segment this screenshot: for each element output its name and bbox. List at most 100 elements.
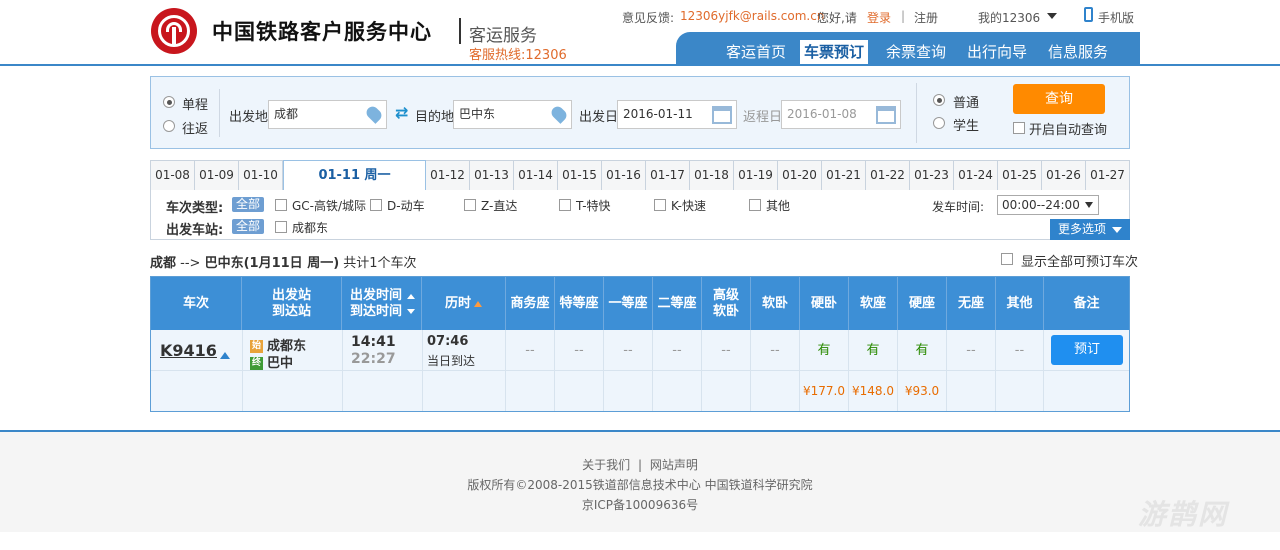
location-pin-icon xyxy=(549,104,569,124)
col-other: 其他 xyxy=(996,277,1044,330)
feedback-email-link[interactable]: 12306yjfk@rails.com.cn xyxy=(680,9,824,23)
return-date-value: 2016-01-08 xyxy=(787,107,857,121)
date-tab[interactable]: 01-12 xyxy=(426,161,470,190)
date-tab[interactable]: 01-25 xyxy=(998,161,1042,190)
depart-time-select[interactable]: 00:00--24:00 xyxy=(997,195,1099,215)
more-options-button[interactable]: 更多选项 xyxy=(1050,219,1130,240)
date-tab[interactable]: 01-10 xyxy=(239,161,283,190)
to-label: 目的地 xyxy=(415,110,455,125)
show-all-checkbox[interactable] xyxy=(1001,253,1013,265)
date-tab[interactable]: 01-18 xyxy=(690,161,734,190)
mobile-version-link[interactable]: 手机版 xyxy=(1098,9,1134,26)
ticket-student-radio[interactable] xyxy=(933,117,945,129)
feedback-label: 意见反馈: xyxy=(622,11,675,25)
date-tab[interactable]: 01-23 xyxy=(910,161,954,190)
date-tab[interactable]: 01-20 xyxy=(778,161,822,190)
railway-logo-icon[interactable] xyxy=(151,8,197,54)
one-way-radio[interactable] xyxy=(163,96,175,108)
date-tab[interactable]: 01-16 xyxy=(602,161,646,190)
mobile-phone-icon[interactable] xyxy=(1084,7,1093,22)
site-statement-link[interactable]: 网站声明 xyxy=(650,458,698,472)
login-link[interactable]: 登录 xyxy=(867,9,891,26)
date-tab[interactable]: 01-17 xyxy=(646,161,690,190)
nav-remaining-tickets[interactable]: 余票查询 xyxy=(886,40,946,64)
summary-date: (1月11日 周一) xyxy=(243,256,340,271)
dropdown-caret-icon[interactable] xyxy=(1047,13,1057,19)
col-hard-seat: 硬座 xyxy=(898,277,947,330)
date-tab[interactable]: 01-26 xyxy=(1042,161,1086,190)
from-station-value: 成都 xyxy=(274,107,299,121)
col-times-label: 出发时间 到达时间 xyxy=(350,287,403,319)
to-station: 终巴中 xyxy=(250,352,293,371)
date-tab-active[interactable]: 01-11 周一 xyxy=(283,160,426,190)
train-number-link[interactable]: K9416 xyxy=(160,341,217,360)
round-trip-radio[interactable] xyxy=(163,120,175,132)
train-type-checkbox[interactable] xyxy=(275,199,287,211)
date-tab[interactable]: 01-15 xyxy=(558,161,602,190)
sort-down-icon[interactable] xyxy=(407,309,415,314)
book-button[interactable]: 预订 xyxy=(1051,335,1123,365)
depart-date-label: 出发日 xyxy=(579,110,619,125)
date-tab[interactable]: 01-19 xyxy=(734,161,778,190)
summary-from: 成都 xyxy=(150,256,177,271)
summary-to: 巴中东 xyxy=(204,256,244,271)
from-station-input[interactable]: 成都 xyxy=(268,100,387,129)
train-type-checkbox[interactable] xyxy=(749,199,761,211)
train-type-checkbox[interactable] xyxy=(559,199,571,211)
train-type-all-tag[interactable]: 全部 xyxy=(232,197,265,212)
site-name: 中国铁路客户服务中心 xyxy=(212,19,432,44)
date-tab[interactable]: 01-13 xyxy=(470,161,514,190)
divider xyxy=(916,83,917,143)
swap-stations-icon[interactable]: ⇄ xyxy=(395,105,413,121)
date-tab[interactable]: 01-24 xyxy=(954,161,998,190)
seat-hard-seat[interactable]: 有 xyxy=(898,330,947,371)
date-tab[interactable]: 01-22 xyxy=(866,161,910,190)
train-type-checkbox[interactable] xyxy=(654,199,666,211)
train-type-checkbox[interactable] xyxy=(464,199,476,211)
expand-stops-icon[interactable] xyxy=(220,352,230,359)
auto-query-checkbox[interactable] xyxy=(1013,122,1025,134)
train-type-option: GC-高铁/城际 xyxy=(292,199,367,213)
ticket-normal-radio[interactable] xyxy=(933,94,945,106)
my12306-menu[interactable]: 我的12306 xyxy=(978,9,1040,26)
nav-info-service[interactable]: 信息服务 xyxy=(1048,40,1108,64)
col-business: 商务座 xyxy=(506,277,555,330)
col-duration[interactable]: 历时 xyxy=(422,277,506,330)
date-tab[interactable]: 01-09 xyxy=(195,161,239,190)
sort-up-icon[interactable] xyxy=(407,294,415,299)
table-row: K9416 始成都东 终巴中 14:41 22:27 07:46 当日到达 --… xyxy=(151,330,1129,371)
register-link[interactable]: 注册 xyxy=(914,9,938,26)
ticket-student-label: 学生 xyxy=(953,119,980,134)
depart-date-input[interactable]: 2016-01-11 xyxy=(617,100,737,129)
date-tab[interactable]: 01-21 xyxy=(822,161,866,190)
date-tab[interactable]: 01-27 xyxy=(1086,161,1129,190)
station-checkbox[interactable] xyxy=(275,221,287,233)
seat-hard-sleeper[interactable]: 有 xyxy=(800,330,849,371)
train-type-option: Z-直达 xyxy=(481,199,518,213)
divider xyxy=(219,89,220,137)
more-options-label: 更多选项 xyxy=(1058,222,1107,236)
topbar-separator: | xyxy=(901,9,906,23)
terminal-badge-icon: 终 xyxy=(250,357,263,370)
divider xyxy=(505,330,506,411)
query-button[interactable]: 查询 xyxy=(1013,84,1105,114)
nav-home[interactable]: 客运首页 xyxy=(726,40,786,64)
about-us-link[interactable]: 关于我们 xyxy=(582,458,630,472)
train-type-checkbox[interactable] xyxy=(370,199,382,211)
date-tab[interactable]: 01-08 xyxy=(151,161,195,190)
col-duration-label: 历时 xyxy=(444,295,471,311)
to-station-input[interactable]: 巴中东 xyxy=(453,100,572,129)
price-cell xyxy=(947,371,996,411)
return-date-input[interactable]: 2016-01-08 xyxy=(781,100,901,129)
seat-soft-seat[interactable]: 有 xyxy=(849,330,898,371)
one-way-label: 单程 xyxy=(182,98,209,113)
price-cell xyxy=(702,371,751,411)
divider xyxy=(422,330,423,411)
nav-travel-guide[interactable]: 出行向导 xyxy=(967,40,1027,64)
col-deluxe-sleeper: 高级 软卧 xyxy=(702,277,751,330)
station-all-tag[interactable]: 全部 xyxy=(232,219,265,234)
nav-ticket-booking[interactable]: 车票预订 xyxy=(800,40,869,64)
dropdown-caret-icon xyxy=(1085,202,1093,208)
date-tab[interactable]: 01-14 xyxy=(514,161,558,190)
col-times[interactable]: 出发时间 到达时间 xyxy=(342,277,422,330)
